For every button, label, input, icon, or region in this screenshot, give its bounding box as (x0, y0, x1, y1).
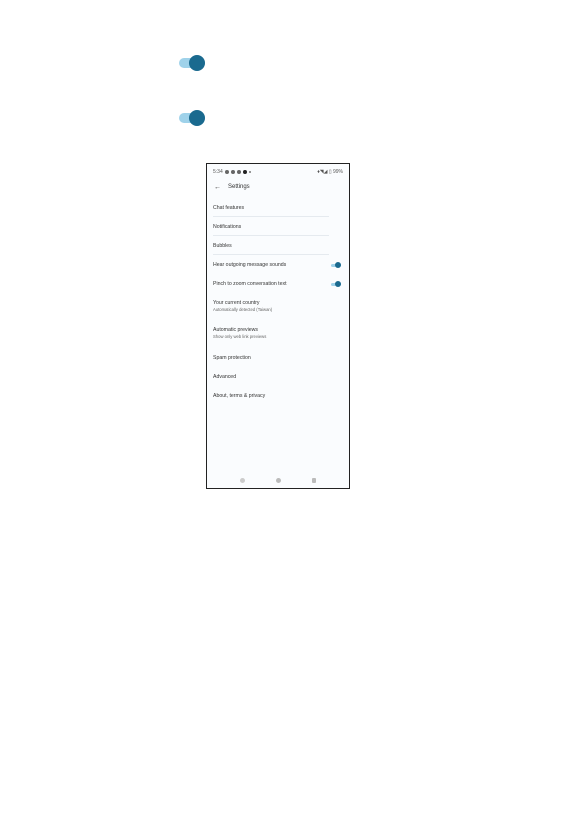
divider (213, 216, 329, 217)
status-time: 5:34 (213, 168, 223, 175)
page-title: Settings (228, 184, 250, 190)
settings-item-label: Bubbles (213, 243, 232, 249)
settings-item-bubbles[interactable]: Bubbles (213, 243, 343, 249)
settings-item-country[interactable]: Your current country Automatically detec… (213, 300, 343, 312)
phone-screenshot: 5:34 ♦◥◢ ▯ 99% ← Settings Chat features … (206, 163, 350, 489)
toggle-switch-on[interactable] (179, 110, 205, 126)
more-notifications-icon (248, 170, 251, 173)
divider (213, 235, 329, 236)
settings-item-pinch-zoom[interactable]: Pinch to zoom conversation text (213, 281, 343, 287)
settings-item-sublabel: Automatically detected (Taiwan) (213, 307, 273, 312)
settings-item-chat-features[interactable]: Chat features (213, 205, 343, 211)
nav-home-icon[interactable] (275, 477, 281, 483)
settings-item-about[interactable]: About, terms & privacy (213, 393, 343, 399)
settings-item-label: Spam protection (213, 355, 251, 361)
nav-recents-icon[interactable] (311, 477, 316, 483)
settings-item-outgoing-sounds[interactable]: Hear outgoing message sounds (213, 262, 343, 268)
toggle-thumb (189, 110, 205, 126)
settings-item-label: Your current country (213, 300, 260, 306)
notification-icon (236, 169, 241, 174)
toggle-switch-on[interactable] (179, 55, 205, 71)
settings-item-label: Advanced (213, 374, 237, 380)
notification-icon (242, 169, 247, 174)
status-indicators: ♦◥◢ ▯ 99% (317, 168, 343, 175)
divider (213, 254, 329, 255)
back-arrow-icon[interactable]: ← (214, 184, 221, 191)
toggle-thumb (335, 281, 341, 287)
settings-item-label: About, terms & privacy (213, 393, 266, 399)
toggle-switch-on[interactable] (331, 262, 341, 268)
settings-item-spam-protection[interactable]: Spam protection (213, 355, 343, 361)
nav-back-icon[interactable] (240, 477, 246, 483)
settings-item-label: Notifications (213, 224, 242, 230)
settings-item-label: Hear outgoing message sounds (213, 262, 287, 268)
notification-icon (224, 169, 229, 174)
settings-item-advanced[interactable]: Advanced (213, 374, 343, 380)
toggle-thumb (335, 262, 341, 268)
settings-item-automatic-previews[interactable]: Automatic previews Show only web link pr… (213, 327, 343, 339)
settings-item-notifications[interactable]: Notifications (213, 224, 343, 230)
settings-item-label: Automatic previews (213, 327, 258, 333)
status-bar: 5:34 ♦◥◢ ▯ 99% (213, 167, 343, 176)
settings-item-label: Chat features (213, 205, 245, 211)
toggle-thumb (189, 55, 205, 71)
app-bar: ← Settings (214, 182, 250, 192)
system-nav-bar (207, 476, 349, 484)
toggle-switch-on[interactable] (331, 281, 341, 287)
notification-icon (230, 169, 235, 174)
settings-item-label: Pinch to zoom conversation text (213, 281, 287, 287)
settings-item-sublabel: Show only web link previews (213, 334, 267, 339)
